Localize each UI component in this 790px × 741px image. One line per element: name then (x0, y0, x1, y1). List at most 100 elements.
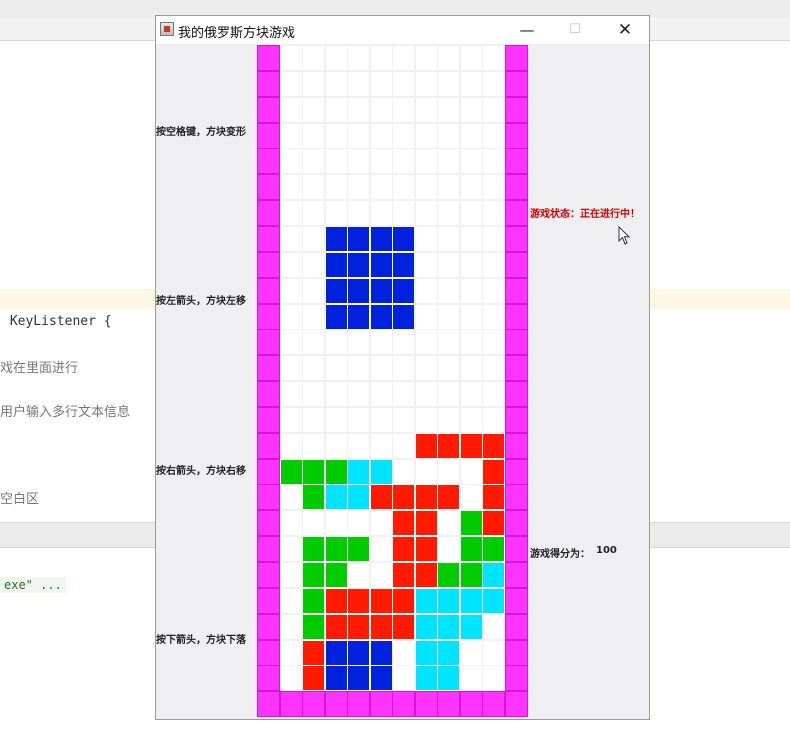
empty-cell (459, 251, 483, 278)
wall-cell (504, 174, 528, 201)
block-cell (324, 484, 348, 511)
empty-cell (279, 174, 303, 201)
block-cell (392, 303, 415, 330)
empty-cell (369, 200, 393, 227)
hint-left: 按左箭头，方块左移 (156, 296, 246, 307)
wall-cell (257, 665, 280, 692)
empty-cell (459, 639, 483, 666)
wall-cell (257, 45, 280, 71)
block-cell (414, 484, 438, 511)
empty-cell (302, 45, 325, 71)
empty-cell (324, 96, 348, 123)
score-value: 100 (596, 545, 617, 556)
empty-cell (414, 329, 438, 356)
wall-cell (257, 225, 280, 252)
wall-cell (257, 174, 280, 201)
wall-cell (504, 613, 528, 640)
wall-cell (302, 691, 325, 718)
empty-cell (324, 406, 348, 433)
empty-cell (482, 174, 505, 201)
empty-cell (369, 355, 393, 382)
empty-cell (324, 329, 348, 356)
wall-cell (504, 96, 528, 123)
empty-cell (392, 200, 415, 227)
empty-cell (437, 329, 460, 356)
empty-cell (279, 587, 303, 614)
empty-cell (392, 432, 415, 459)
empty-cell (414, 70, 438, 97)
empty-cell (392, 381, 415, 408)
empty-cell (482, 329, 505, 356)
block-cell (414, 432, 438, 459)
wall-cell (504, 122, 528, 149)
empty-cell (279, 381, 303, 408)
wall-cell (257, 406, 280, 433)
empty-cell (482, 200, 505, 227)
ide-comment-line: 用户输入多行文本信息 (0, 405, 131, 420)
empty-cell (414, 303, 438, 330)
empty-cell (302, 277, 325, 304)
empty-cell (279, 536, 303, 563)
wall-cell (257, 691, 280, 718)
empty-cell (482, 148, 505, 175)
block-cell (369, 665, 393, 692)
block-cell (392, 536, 415, 563)
wall-cell (504, 484, 528, 511)
wall-cell (392, 691, 415, 718)
empty-cell (392, 355, 415, 382)
empty-cell (459, 303, 483, 330)
empty-cell (459, 665, 483, 692)
block-cell (414, 536, 438, 563)
block-cell (459, 587, 483, 614)
empty-cell (369, 329, 393, 356)
wall-cell (504, 432, 528, 459)
close-button[interactable]: ✕ (602, 16, 648, 44)
block-cell (347, 251, 370, 278)
block-cell (392, 510, 415, 537)
game-window: 我的俄罗斯方块游戏 — ☐ ✕ 按空格键，方块变形 按左箭头，方块左移 按右箭头… (155, 15, 650, 720)
block-cell (369, 225, 393, 252)
empty-cell (302, 200, 325, 227)
java-app-icon (160, 22, 174, 36)
empty-cell (414, 277, 438, 304)
empty-cell (414, 381, 438, 408)
empty-cell (437, 174, 460, 201)
block-cell (437, 432, 460, 459)
empty-cell (414, 174, 438, 201)
block-cell (369, 303, 393, 330)
minimize-button[interactable]: — (504, 16, 550, 44)
empty-cell (414, 406, 438, 433)
empty-cell (437, 96, 460, 123)
block-cell (437, 587, 460, 614)
empty-cell (279, 406, 303, 433)
empty-cell (279, 303, 303, 330)
empty-cell (392, 122, 415, 149)
wall-cell (504, 691, 528, 718)
block-cell (482, 510, 505, 537)
hint-rotate: 按空格键，方块变形 (156, 127, 246, 138)
wall-cell (504, 406, 528, 433)
empty-cell (459, 406, 483, 433)
block-cell (414, 510, 438, 537)
empty-cell (302, 122, 325, 149)
empty-cell (392, 148, 415, 175)
block-cell (482, 484, 505, 511)
block-cell (392, 613, 415, 640)
empty-cell (437, 458, 460, 485)
empty-cell (369, 432, 393, 459)
block-cell (302, 484, 325, 511)
empty-cell (347, 562, 370, 588)
wall-cell (504, 303, 528, 330)
maximize-button[interactable]: ☐ (552, 16, 598, 44)
empty-cell (369, 96, 393, 123)
block-cell (302, 613, 325, 640)
tetris-board[interactable] (257, 45, 528, 718)
empty-cell (279, 329, 303, 356)
window-titlebar[interactable]: 我的俄罗斯方块游戏 — ☐ ✕ (156, 16, 649, 44)
empty-cell (437, 148, 460, 175)
empty-cell (347, 70, 370, 97)
empty-cell (279, 200, 303, 227)
wall-cell (369, 691, 393, 718)
block-cell (459, 562, 483, 588)
block-cell (369, 587, 393, 614)
